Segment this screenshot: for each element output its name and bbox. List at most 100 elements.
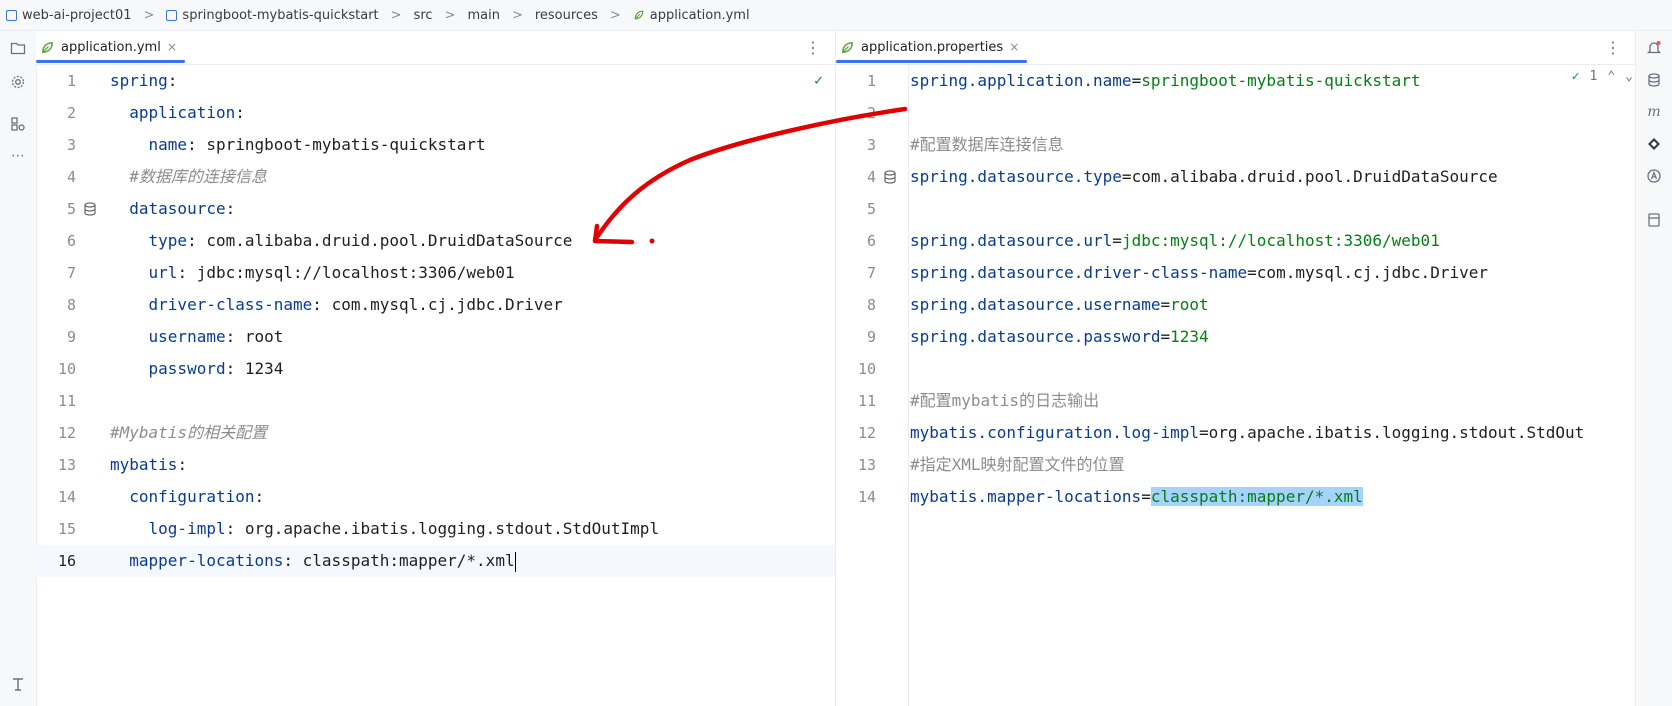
property-key: mybatis.configuration.log-impl [910, 423, 1199, 442]
settings-gear-icon[interactable] [9, 73, 27, 91]
code-comment: #配置数据库连接信息 [910, 135, 1064, 154]
close-icon[interactable]: × [167, 40, 177, 54]
code-text: mybatis.mapper-locations=classpath:mappe… [910, 487, 1363, 506]
property-key: spring.datasource.password [910, 327, 1161, 346]
line-number: 1 [66, 72, 76, 90]
breadcrumb-separator: > [444, 7, 456, 23]
property-key: spring.datasource.type [910, 167, 1122, 186]
code-line: 5 [836, 193, 1635, 225]
breadcrumb-separator: > [511, 7, 523, 23]
code-line: 8 driver-class-name: com.mysql.cj.jdbc.D… [36, 289, 835, 321]
text-caret [514, 551, 516, 572]
maven-icon[interactable]: m [1645, 103, 1663, 121]
yaml-value: : [254, 487, 265, 506]
more-options-icon[interactable]: ⋮ [805, 38, 821, 57]
code-line: 13 #指定XML映射配置文件的位置 [836, 449, 1635, 481]
breadcrumb-main[interactable]: main [463, 8, 503, 23]
code-line: 7 url: jdbc:mysql://localhost:3306/web01 [36, 257, 835, 289]
property-key: spring.datasource.url [910, 231, 1113, 250]
line-number: 4 [866, 168, 876, 186]
yaml-key: log-impl [148, 519, 226, 538]
line-number: 2 [66, 104, 76, 122]
line-number: 3 [866, 136, 876, 154]
code-text: spring.datasource.username=root [910, 295, 1209, 314]
tab-application-properties[interactable]: application.properties × [836, 31, 1028, 63]
line-number: 11 [57, 392, 76, 410]
database-icon[interactable] [1645, 71, 1663, 89]
yaml-key: password [148, 359, 226, 378]
code-line: 11 [36, 385, 835, 417]
left-tool-strip: ⋯ [0, 31, 37, 706]
line-number: 5 [866, 200, 876, 218]
code-text: mapper-locations: classpath:mapper/*.xml [110, 545, 516, 577]
bookmarks-icon[interactable] [1645, 211, 1663, 229]
code-line: 3 name: springboot-mybatis-quickstart [36, 129, 835, 161]
close-icon[interactable]: × [1009, 40, 1019, 54]
line-number: 12 [857, 424, 876, 442]
yaml-key: mapper-locations [129, 551, 284, 570]
line-number: 15 [57, 520, 76, 538]
code-comment: #配置mybatis的日志输出 [910, 391, 1100, 410]
yaml-value: : [225, 199, 236, 218]
code-text: spring.application.name=springboot-mybat… [910, 71, 1421, 90]
code-text: spring.datasource.password=1234 [910, 327, 1209, 346]
code-editor-left[interactable]: ✓ 1 spring: 2 application: 3 name: springbo… [36, 65, 835, 706]
code-text: name: springboot-mybatis-quickstart [110, 129, 486, 161]
database-gutter-icon[interactable] [82, 201, 98, 217]
editor-pane-right: application.properties × ⋮ ✓ 1 ⌃ ⌄ 1 spri… [836, 31, 1635, 706]
code-line: 4 #数据库的连接信息 [36, 161, 835, 193]
breadcrumb-file[interactable]: application.yml [629, 8, 754, 23]
tab-application-yml[interactable]: application.yml × [36, 31, 185, 63]
code-text: #配置mybatis的日志输出 [910, 385, 1099, 417]
editor-pane-left: application.yml × ⋮ ✓ 1 spring: 2 applicat… [36, 31, 836, 706]
code-line: 6 type: com.alibaba.druid.pool.DruidData… [36, 225, 835, 257]
yaml-key: mybatis [110, 455, 178, 474]
breadcrumb-file-label: application.yml [649, 7, 750, 23]
code-text: type: com.alibaba.druid.pool.DruidDataSo… [110, 225, 573, 257]
project-folder-icon[interactable] [9, 39, 27, 57]
code-text: #指定XML映射配置文件的位置 [910, 449, 1125, 481]
code-line: 3 #配置数据库连接信息 [836, 129, 1635, 161]
code-line: 15 log-impl: org.apache.ibatis.logging.s… [36, 513, 835, 545]
yaml-key: application [129, 103, 236, 122]
code-line: 12 #Mybatis的相关配置 [36, 417, 835, 449]
yaml-key: url [148, 263, 178, 282]
code-line: 2 [836, 97, 1635, 129]
module-icon [6, 9, 17, 21]
line-number: 6 [66, 232, 76, 250]
ai-assistant-icon[interactable] [1645, 167, 1663, 185]
yaml-value: : [235, 103, 245, 122]
line-number: 7 [66, 264, 76, 282]
code-line: 2 application: [36, 97, 835, 129]
more-tools-icon[interactable]: ⋯ [9, 147, 27, 165]
line-number: 10 [857, 360, 876, 378]
property-key: spring.datasource.username [910, 295, 1161, 314]
code-text: configuration: [110, 481, 264, 513]
code-editor-right[interactable]: ✓ 1 ⌃ ⌄ 1 spring.application.name=springb… [836, 65, 1635, 706]
code-line: 14 configuration: [36, 481, 835, 513]
breadcrumb-project[interactable]: web-ai-project01 [0, 8, 136, 23]
breadcrumb-separator: > [143, 7, 155, 23]
database-gutter-icon[interactable] [882, 169, 898, 185]
spring-leaf-icon [842, 41, 853, 53]
notifications-bell-icon[interactable] [1645, 39, 1663, 57]
code-line: 9 spring.datasource.password=1234 [836, 321, 1635, 353]
breadcrumb-src-label: src [413, 7, 433, 23]
code-text: mybatis.configuration.log-impl=org.apach… [910, 423, 1585, 442]
code-text: application: [110, 97, 245, 129]
property-key: mybatis.mapper-locations [910, 487, 1142, 506]
more-options-icon[interactable]: ⋮ [1605, 38, 1621, 57]
line-number: 5 [66, 200, 76, 218]
code-text: log-impl: org.apache.ibatis.logging.stdo… [110, 513, 660, 545]
property-value: classpath:mapper/*.xml [1150, 487, 1363, 506]
code-text: username: root [110, 321, 284, 353]
breadcrumb-resources[interactable]: resources [531, 8, 602, 23]
breadcrumb-src[interactable]: src [410, 8, 437, 23]
copilot-icon[interactable] [1645, 135, 1663, 153]
terminal-icon[interactable] [9, 675, 27, 693]
yaml-value: : springboot-mybatis-quickstart [187, 135, 486, 154]
code-line: 11 #配置mybatis的日志输出 [836, 385, 1635, 417]
structure-icon[interactable] [9, 115, 27, 133]
code-line: 10 password: 1234 [36, 353, 835, 385]
breadcrumb-module[interactable]: springboot-mybatis-quickstart [162, 8, 382, 23]
